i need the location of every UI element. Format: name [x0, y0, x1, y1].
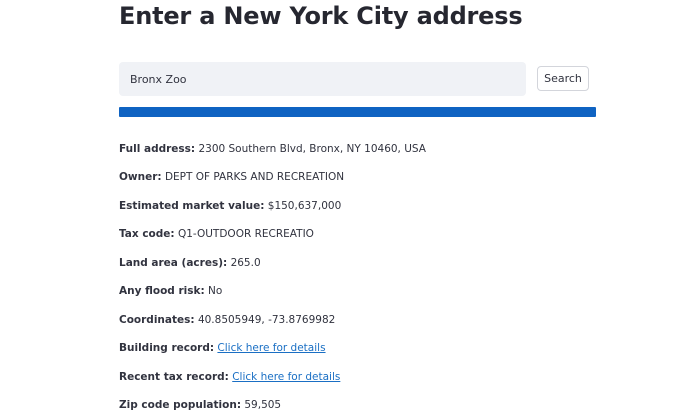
market-value-value: $150,637,000 [267, 200, 342, 212]
building-record-label: Building record [119, 342, 210, 354]
tax-record-label: Recent tax record [119, 371, 225, 383]
coordinates-label: Coordinates [119, 314, 191, 326]
zip-population-value: 59,505 [244, 399, 282, 411]
tax-code-row: Tax code: Q1-OUTDOOR RECREATIO [119, 228, 314, 240]
zip-population-label: Zip code population [119, 399, 237, 411]
full-address-label: Full address [119, 143, 191, 155]
building-record-row: Building record: Click here for details [119, 342, 326, 354]
building-record-link[interactable]: Click here for details [217, 342, 325, 354]
full-address-row: Full address: 2300 Southern Blvd, Bronx,… [119, 143, 426, 155]
coordinates-value: 40.8505949, -73.8769982 [197, 314, 336, 326]
flood-risk-label: Any flood risk [119, 285, 201, 297]
land-area-value: 265.0 [230, 257, 261, 269]
owner-value: DEPT OF PARKS AND RECREATION [164, 171, 345, 183]
owner-row: Owner: DEPT OF PARKS AND RECREATION [119, 171, 345, 183]
address-search-input[interactable] [119, 62, 526, 96]
tax-code-label: Tax code [119, 228, 171, 240]
tax-code-value: Q1-OUTDOOR RECREATIO [177, 228, 314, 240]
zip-population-row: Zip code population: 59,505 [119, 399, 282, 411]
land-area-row: Land area (acres): 265.0 [119, 257, 261, 269]
tax-record-row: Recent tax record: Click here for detail… [119, 371, 341, 383]
progress-bar-fill [119, 107, 596, 117]
owner-label: Owner [119, 171, 158, 183]
tax-record-link[interactable]: Click here for details [232, 371, 340, 383]
search-button[interactable]: Search [537, 66, 589, 91]
page-title: Enter a New York City address [119, 2, 523, 30]
land-area-label: Land area (acres) [119, 257, 224, 269]
progress-bar [119, 107, 596, 117]
market-value-row: Estimated market value: $150,637,000 [119, 200, 342, 212]
full-address-value: 2300 Southern Blvd, Bronx, NY 10460, USA [198, 143, 426, 155]
flood-risk-row: Any flood risk: No [119, 285, 223, 297]
flood-risk-value: No [208, 285, 223, 297]
market-value-label: Estimated market value [119, 200, 261, 212]
coordinates-row: Coordinates: 40.8505949, -73.8769982 [119, 314, 336, 326]
